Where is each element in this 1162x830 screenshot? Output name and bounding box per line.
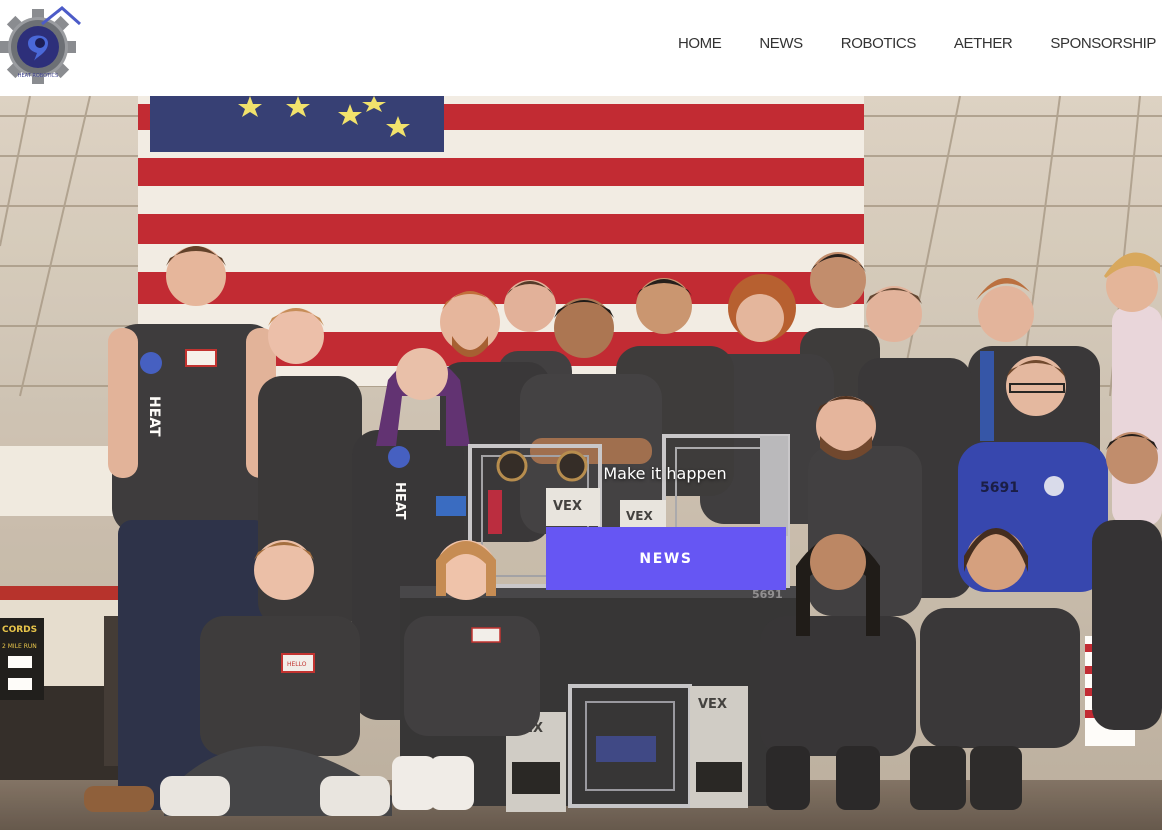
gear-logo-icon: HEAT ROBOTICS [0,6,81,85]
hero-tagline: Make it happen [603,464,727,483]
nav-robotics-link[interactable]: ROBOTICS [841,35,917,52]
site-logo[interactable]: HEAT ROBOTICS [0,6,86,85]
nav-news-link[interactable]: NEWS [759,35,803,52]
site-header: HEAT ROBOTICS HOME NEWS ROBOTICS AETHER … [0,0,1162,96]
main-nav: HOME NEWS ROBOTICS AETHER SPONSORSHIP [678,30,1156,56]
nav-home-link[interactable]: HOME [678,35,722,52]
hero-banner: CORDS 2 MILE RUN HEAT HEAT 5691 VEX VEX … [0,96,1162,830]
nav-sponsorship-link[interactable]: SPONSORSHIP [1050,35,1156,52]
nav-aether-link[interactable]: AETHER [954,35,1013,52]
hero-photo: CORDS 2 MILE RUN HEAT HEAT 5691 VEX VEX … [0,96,1162,830]
svg-text:HEAT ROBOTICS: HEAT ROBOTICS [18,73,58,79]
news-cta-button[interactable]: NEWS [546,527,786,590]
